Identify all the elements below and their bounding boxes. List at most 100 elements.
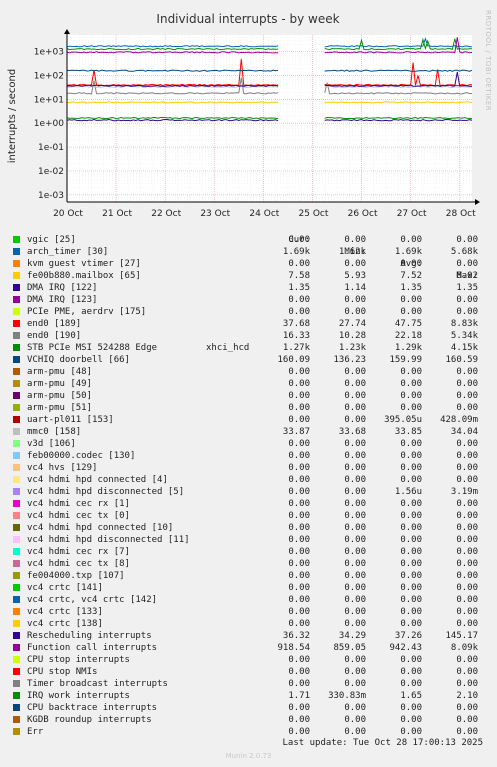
legend-swatch	[13, 260, 20, 267]
legend-series-name: vc4 hdmi cec tx [8]	[27, 559, 130, 569]
legend-series-name: STB PCIe MSI 524288 Edge	[27, 343, 158, 353]
legend-swatch	[13, 452, 20, 459]
legend-avg-value: 33.85	[394, 427, 422, 437]
legend-max-value: 0.00	[456, 379, 478, 389]
legend-row: Timer broadcast interrupts 0.00 0.00 0.00 0.…	[0, 678, 497, 690]
legend-swatch	[13, 584, 20, 591]
legend-max-value: 0.00	[456, 547, 478, 557]
legend-cur-value: 0.00	[288, 499, 310, 509]
legend-max-value: 0.00	[456, 235, 478, 245]
legend-max-value: 0.00	[456, 607, 478, 617]
legend-avg-value: 1.69k	[394, 247, 422, 257]
legend-max-value: 0.00	[456, 307, 478, 317]
legend-min-value: 0.00	[344, 655, 366, 665]
legend-min-value: 0.00	[344, 463, 366, 473]
legend-series-name: CPU backtrace interrupts	[27, 703, 158, 713]
legend-swatch	[13, 632, 20, 639]
legend-cur-value: 0.00	[288, 391, 310, 401]
legend-swatch	[13, 404, 20, 411]
legend-swatch	[13, 272, 20, 279]
legend-row: Rescheduling interrupts 36.32 34.29 37.26 14…	[0, 630, 497, 642]
legend-series-name: end0 [189]	[27, 319, 82, 329]
legend-avg-value: 0.00	[400, 703, 422, 713]
legend-swatch	[13, 476, 20, 483]
legend-max-value: 0.00	[456, 367, 478, 377]
legend-swatch	[13, 296, 20, 303]
legend-min-value: 0.00	[344, 511, 366, 521]
legend-cur-value: 1.69k	[282, 247, 310, 257]
legend-max-value: 3.19m	[450, 487, 478, 497]
legend-avg-value: 0.00	[400, 715, 422, 725]
legend-series-name: kvm guest vtimer [27]	[27, 259, 141, 269]
legend-max-value: 0.00	[456, 535, 478, 545]
rrdtool-watermark: RRDTOOL / TOBI OETIKER	[484, 10, 492, 111]
legend-series-name: v3d [106]	[27, 439, 76, 449]
legend-series-name: vc4 hvs [129]	[27, 463, 98, 473]
legend-series-name: arm-pmu [50]	[27, 391, 93, 401]
legend-avg-value: 0.00	[400, 391, 422, 401]
munin-version: Munin 2.0.73	[225, 752, 272, 760]
legend-row: kvm guest vtimer [27] 0.00 0.00 0.00 0.00	[0, 258, 497, 270]
legend-avg-value: 0.00	[400, 475, 422, 485]
legend: Cur: Min: Avg: Max: vgic [25] 0.00 0.00 0.0…	[0, 222, 497, 738]
legend-swatch	[13, 668, 20, 675]
legend-min-value: 0.00	[344, 703, 366, 713]
legend-cur-value: 0.00	[288, 619, 310, 629]
legend-swatch	[13, 368, 20, 375]
legend-avg-value: 7.52	[400, 271, 422, 281]
legend-row: arm-pmu [50] 0.00 0.00 0.00 0.00	[0, 390, 497, 402]
legend-max-value: 428.09m	[440, 415, 478, 425]
legend-row: arm-pmu [51] 0.00 0.00 0.00 0.00	[0, 402, 497, 414]
legend-min-value: 0.00	[344, 415, 366, 425]
legend-avg-value: 0.00	[400, 439, 422, 449]
legend-swatch	[13, 392, 20, 399]
legend-swatch	[13, 440, 20, 447]
legend-series-name: arm-pmu [49]	[27, 379, 93, 389]
legend-swatch	[13, 548, 20, 555]
legend-avg-value: 0.00	[400, 571, 422, 581]
legend-min-value: 0.00	[344, 379, 366, 389]
legend-swatch	[13, 728, 20, 735]
legend-cur-value: 0.00	[288, 607, 310, 617]
legend-swatch	[13, 692, 20, 699]
legend-series-name: vc4 crtc [141]	[27, 583, 103, 593]
legend-row: vc4 hdmi hpd disconnected [11] 0.00 0.00 0.…	[0, 534, 497, 546]
legend-avg-value: 22.18	[394, 331, 422, 341]
legend-cur-value: 0.00	[288, 403, 310, 413]
legend-row: vc4 crtc [138] 0.00 0.00 0.00 0.00	[0, 618, 497, 630]
legend-avg-value: 0.00	[400, 655, 422, 665]
legend-series-name: DMA IRQ [122]	[27, 283, 98, 293]
legend-cur-value: 0.00	[288, 583, 310, 593]
x-tick-label: 27 Oct	[397, 209, 427, 219]
legend-cur-value: 37.68	[282, 319, 310, 329]
legend-max-value: 5.68k	[450, 247, 478, 257]
legend-cur-value: 0.00	[288, 487, 310, 497]
legend-avg-value: 0.00	[400, 235, 422, 245]
legend-cur-value: 0.00	[288, 475, 310, 485]
legend-avg-value: 395.05u	[384, 415, 422, 425]
legend-series-name: Timer broadcast interrupts	[27, 679, 168, 689]
legend-avg-value: 37.26	[394, 631, 422, 641]
y-tick-label: 1e+01	[34, 95, 64, 105]
legend-min-value: 10.28	[338, 331, 366, 341]
legend-cur-value: 0.00	[288, 703, 310, 713]
legend-cur-value: 0.00	[288, 379, 310, 389]
legend-swatch	[13, 284, 20, 291]
legend-cur-value: 0.00	[288, 235, 310, 245]
legend-max-value: 0.00	[456, 499, 478, 509]
legend-min-value: 0.00	[344, 595, 366, 605]
x-tick-label: 22 Oct	[151, 209, 181, 219]
legend-series-name: vc4 hdmi hpd disconnected [5]	[27, 487, 185, 497]
legend-max-value: 8.83k	[450, 319, 478, 329]
legend-series-name: vc4 hdmi cec tx [0]	[27, 511, 130, 521]
y-tick-label: 1e+00	[34, 119, 65, 129]
legend-avg-value: 0.00	[400, 451, 422, 461]
legend-series-name: vc4 hdmi hpd connected [10]	[27, 523, 174, 533]
legend-max-value: 0.00	[456, 667, 478, 677]
legend-max-value: 0.00	[456, 559, 478, 569]
legend-series-name: arm-pmu [48]	[27, 367, 93, 377]
legend-swatch	[13, 656, 20, 663]
legend-cur-value: 0.00	[288, 667, 310, 677]
legend-row: mmc0 [158] 33.87 33.68 33.85 34.04	[0, 426, 497, 438]
legend-max-value: 0.00	[456, 703, 478, 713]
